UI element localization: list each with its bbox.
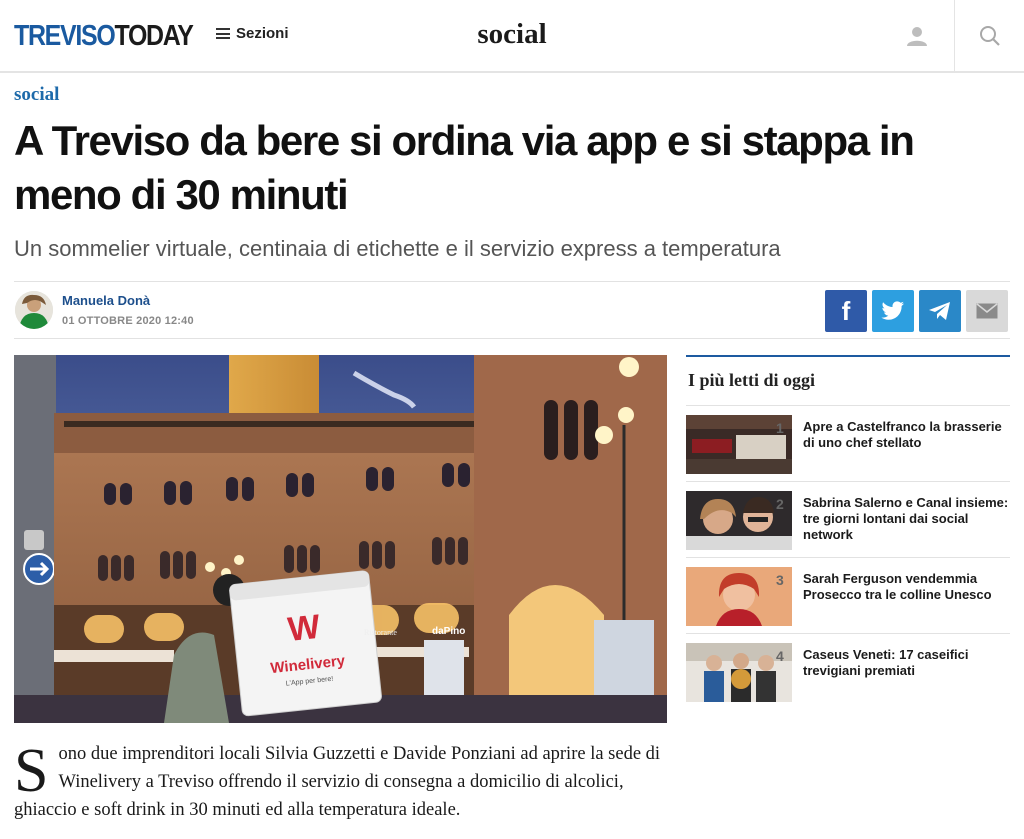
facebook-icon: f xyxy=(841,296,851,326)
hamburger-icon xyxy=(216,28,230,39)
article-hero-image[interactable]: W Winelivery L'App per bere! Ristorante … xyxy=(14,355,667,723)
sidebar-title: I più letti di oggi xyxy=(688,370,816,390)
sidebar-rule xyxy=(686,355,1010,357)
most-read-title[interactable]: Sabrina Salerno e Canal insieme: tre gio… xyxy=(803,495,1010,543)
share-twitter-button[interactable] xyxy=(872,290,914,332)
logo-text-treviso: TREVISO xyxy=(14,20,116,52)
site-header: TREVISOTODAY Sezioni social xyxy=(0,0,1024,73)
author-avatar[interactable] xyxy=(15,291,53,329)
twitter-icon xyxy=(881,301,904,320)
most-read-item[interactable]: 3 Sarah Ferguson vendemmia Prosecco tra … xyxy=(686,557,1010,633)
email-icon xyxy=(976,303,998,319)
most-read-item[interactable]: 2 Sabrina Salerno e Canal insieme: tre g… xyxy=(686,481,1010,557)
telegram-icon xyxy=(929,302,950,320)
logo-text-today: TODAY xyxy=(114,20,193,52)
restaurant-sign-text: Ristorante xyxy=(364,628,397,637)
shop-sign-text: daPino xyxy=(432,626,465,637)
share-email-button[interactable] xyxy=(966,290,1008,332)
article-meta: Manuela Donà 01 OTTOBRE 2020 12:40 f xyxy=(14,281,1010,339)
author-photo xyxy=(15,291,53,329)
sections-menu-button[interactable]: Sezioni xyxy=(216,25,289,42)
share-facebook-button[interactable]: f xyxy=(825,290,867,332)
most-read-rank: 4 xyxy=(776,648,784,664)
user-icon xyxy=(907,26,927,46)
article-dropcap: S xyxy=(14,737,49,805)
article-paragraph: ono due imprenditori locali Silvia Guzze… xyxy=(14,744,661,820)
most-read-title[interactable]: Caseus Veneti: 17 caseifici trevigiani p… xyxy=(803,647,1010,679)
most-read-title[interactable]: Apre a Castelfranco la brasserie di uno … xyxy=(803,419,1010,451)
share-telegram-button[interactable] xyxy=(919,290,961,332)
most-read-rank: 1 xyxy=(776,420,784,436)
author-name-link[interactable]: Manuela Donà xyxy=(62,293,150,308)
article-category-link[interactable]: social xyxy=(14,84,59,106)
most-read-item[interactable]: 4 Caseus Veneti: 17 caseifici trevigiani… xyxy=(686,633,1010,709)
publish-date: 01 OTTOBRE 2020 12:40 xyxy=(62,315,194,327)
article-headline: A Treviso da bere si ordina via app e si… xyxy=(14,117,915,218)
piazza-photo: W Winelivery L'App per bere! Ristorante … xyxy=(14,355,667,723)
search-icon xyxy=(979,25,1000,46)
most-read-item[interactable]: 1 Apre a Castelfranco la brasserie di un… xyxy=(686,405,1010,481)
most-read-title[interactable]: Sarah Ferguson vendemmia Prosecco tra le… xyxy=(803,571,1010,603)
article-subheadline: Un sommelier virtuale, centinaia di etic… xyxy=(14,236,781,261)
svg-text:W: W xyxy=(286,608,323,649)
site-logo[interactable]: TREVISOTODAY xyxy=(14,19,194,53)
most-read-rank: 3 xyxy=(776,572,784,588)
article-body: Sono due imprenditori locali Silvia Guzz… xyxy=(14,740,667,824)
most-read-rank: 2 xyxy=(776,496,784,512)
user-account-button[interactable] xyxy=(880,0,954,71)
sections-menu-label: Sezioni xyxy=(236,25,289,42)
search-button[interactable] xyxy=(954,0,1024,71)
